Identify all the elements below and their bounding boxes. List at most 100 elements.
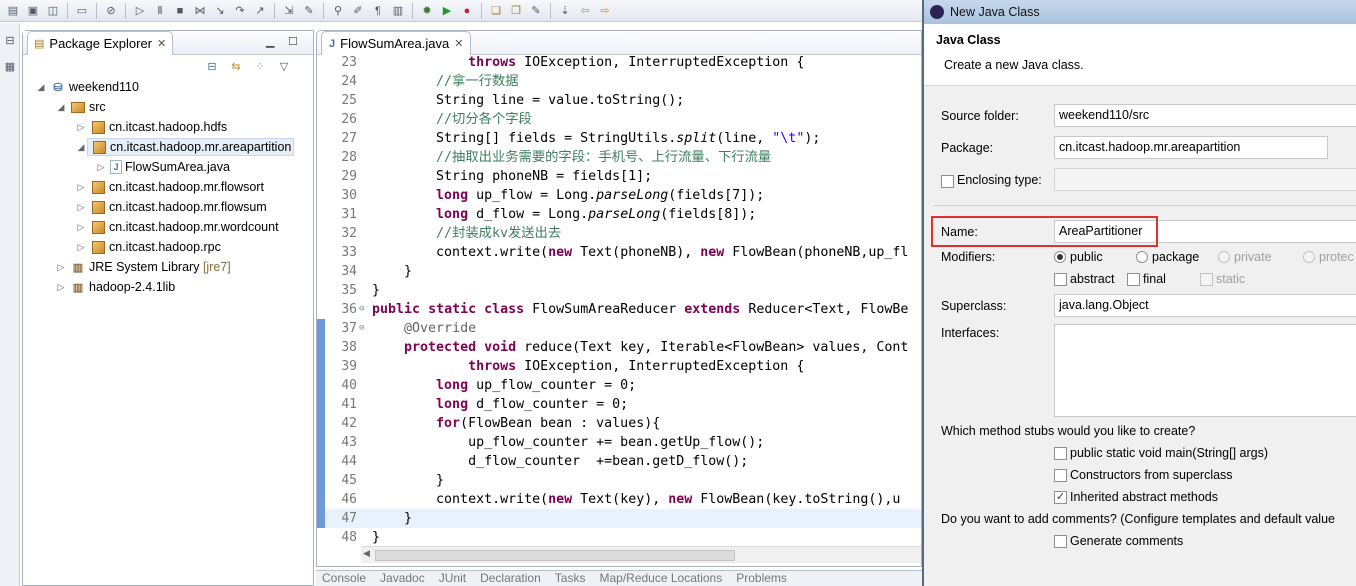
- superclass-field[interactable]: java.lang.Object: [1054, 294, 1356, 317]
- code-line[interactable]: 38 protected void reduce(Text key, Itera…: [317, 338, 921, 357]
- link-with-editor-icon[interactable]: ⇆: [227, 59, 245, 75]
- code-line[interactable]: 42 for(FlowBean bean : values){: [317, 414, 921, 433]
- scroll-thumb[interactable]: [375, 550, 735, 561]
- code-line[interactable]: 24 //拿一行数据: [317, 72, 921, 91]
- open-type-icon[interactable]: ❐: [507, 3, 525, 19]
- final-checkbox[interactable]: [1127, 273, 1140, 286]
- open-task-icon[interactable]: ✎: [527, 3, 545, 19]
- collapsed-icon[interactable]: ▷: [55, 282, 67, 293]
- scroll-left-icon[interactable]: ◀: [363, 548, 370, 559]
- external-tools-icon[interactable]: ●: [458, 3, 476, 19]
- run-icon[interactable]: ▶: [438, 3, 456, 19]
- code-line[interactable]: 30 long up_flow = Long.parseLong(fields[…: [317, 186, 921, 205]
- bottom-tab[interactable]: Declaration: [480, 571, 541, 586]
- code-line[interactable]: 46 context.write(new Text(key), new Flow…: [317, 490, 921, 509]
- code-line[interactable]: 37 ⊖ @Override: [317, 319, 921, 338]
- annotation-icon[interactable]: ▥: [389, 3, 407, 19]
- interfaces-list[interactable]: [1054, 324, 1356, 417]
- code-line[interactable]: 27 String[] fields = StringUtils.split(l…: [317, 129, 921, 148]
- code-line[interactable]: 45 }: [317, 471, 921, 490]
- abstract-checkbox[interactable]: [1054, 273, 1067, 286]
- bottom-tab[interactable]: Console: [322, 571, 366, 586]
- restore-icon[interactable]: ⊟: [1, 33, 19, 49]
- collapsed-icon[interactable]: ▷: [95, 162, 107, 173]
- debug-icon[interactable]: ✹: [418, 3, 436, 19]
- bottom-tab[interactable]: Javadoc: [380, 571, 425, 586]
- code-line[interactable]: 32 //封装成kv发送出去: [317, 224, 921, 243]
- step-into-icon[interactable]: ↘: [211, 3, 229, 19]
- generate-comments-checkbox[interactable]: [1054, 535, 1067, 548]
- tab-package-explorer[interactable]: ▤ Package Explorer ✕: [27, 31, 174, 55]
- code-line[interactable]: 33 context.write(new Text(phoneNB), new …: [317, 243, 921, 262]
- code-line[interactable]: 34 }: [317, 262, 921, 281]
- disconnect-icon[interactable]: ⋈: [191, 3, 209, 19]
- new-icon[interactable]: ▤: [4, 3, 22, 19]
- tree-item-file[interactable]: ▷ J FlowSumArea.java: [23, 157, 313, 177]
- bottom-tab[interactable]: Tasks: [555, 571, 586, 586]
- view-menu-icon[interactable]: ▽: [275, 59, 293, 75]
- maximize-icon[interactable]: ☐: [288, 35, 298, 48]
- horizontal-scrollbar[interactable]: ◀: [361, 546, 921, 563]
- drop-frame-icon[interactable]: ⇲: [280, 3, 298, 19]
- inherited-methods-checkbox[interactable]: ✓: [1054, 491, 1067, 504]
- modifier-package-radio[interactable]: [1136, 251, 1148, 263]
- tree-item-jre[interactable]: ▷ ▥ JRE System Library [jre7]: [23, 257, 313, 277]
- expanded-icon[interactable]: ◢: [75, 142, 87, 153]
- package-view-icon[interactable]: ▦: [1, 59, 19, 75]
- tab-flowsumarea[interactable]: J FlowSumArea.java ✕: [321, 31, 472, 55]
- collapsed-icon[interactable]: ▷: [55, 262, 67, 273]
- close-icon[interactable]: ✕: [157, 37, 166, 50]
- code-area[interactable]: 23 throws IOException, InterruptedExcept…: [317, 53, 921, 549]
- minimize-icon[interactable]: ▁: [266, 35, 274, 48]
- collapse-all-icon[interactable]: ⊟: [203, 59, 221, 75]
- collapsed-icon[interactable]: ▷: [75, 122, 87, 133]
- code-line[interactable]: 48}: [317, 528, 921, 547]
- print-icon[interactable]: ▭: [73, 3, 91, 19]
- bottom-tab[interactable]: Problems: [736, 571, 787, 586]
- fold-toggle-icon[interactable]: ⊖: [359, 319, 369, 338]
- code-line[interactable]: 36 ⊖ public static class FlowSumAreaReduce…: [317, 300, 921, 319]
- code-line[interactable]: 28 //抽取出业务需要的字段：手机号、上行流量、下行流量: [317, 148, 921, 167]
- expanded-icon[interactable]: ◢: [55, 102, 67, 113]
- code-line[interactable]: 23 throws IOException, InterruptedExcept…: [317, 53, 921, 72]
- search-icon[interactable]: ⚲: [329, 3, 347, 19]
- debug-skip-icon[interactable]: ⊘: [102, 3, 120, 19]
- modifier-public-radio[interactable]: [1054, 251, 1066, 263]
- tree-item-package[interactable]: ▷ cn.itcast.hadoop.mr.flowsort: [23, 177, 313, 197]
- resume-icon[interactable]: ▷: [131, 3, 149, 19]
- collapsed-icon[interactable]: ▷: [75, 242, 87, 253]
- constructors-checkbox[interactable]: [1054, 469, 1067, 482]
- tree-item-weekend110[interactable]: ◢ ⛁ weekend110: [23, 77, 313, 97]
- bottom-tab[interactable]: JUnit: [439, 571, 466, 586]
- focus-icon[interactable]: ⁘: [251, 59, 269, 75]
- toggle-mark-icon[interactable]: ✎: [300, 3, 318, 19]
- new-java-project-icon[interactable]: ❏: [487, 3, 505, 19]
- code-line[interactable]: 31 long d_flow = Long.parseLong(fields[8…: [317, 205, 921, 224]
- code-line[interactable]: 39 throws IOException, InterruptedExcept…: [317, 357, 921, 376]
- collapsed-icon[interactable]: ▷: [75, 222, 87, 233]
- code-line[interactable]: 26 //切分各个字段: [317, 110, 921, 129]
- main-stub-checkbox[interactable]: [1054, 447, 1067, 460]
- stop-icon[interactable]: ■: [171, 3, 189, 19]
- nav-icon[interactable]: ⇣: [556, 3, 574, 19]
- code-line[interactable]: 35}: [317, 281, 921, 300]
- source-folder-field[interactable]: weekend110/src: [1054, 104, 1356, 127]
- tree-item-package-selected[interactable]: ◢ cn.itcast.hadoop.mr.areapartition: [23, 137, 313, 157]
- tree-item-package[interactable]: ▷ cn.itcast.hadoop.rpc: [23, 237, 313, 257]
- step-return-icon[interactable]: ↗: [251, 3, 269, 19]
- save-all-icon[interactable]: ◫: [44, 3, 62, 19]
- code-line[interactable]: 29 String phoneNB = fields[1];: [317, 167, 921, 186]
- code-line[interactable]: 40 long up_flow_counter = 0;: [317, 376, 921, 395]
- code-line[interactable]: 43 up_flow_counter += bean.getUp_flow();: [317, 433, 921, 452]
- tree-item-package[interactable]: ▷ cn.itcast.hadoop.mr.flowsum: [23, 197, 313, 217]
- code-line[interactable]: 44 d_flow_counter +=bean.getD_flow();: [317, 452, 921, 471]
- bottom-tab[interactable]: Map/Reduce Locations: [599, 571, 722, 586]
- tree-item-package[interactable]: ▷ cn.itcast.hadoop.hdfs: [23, 117, 313, 137]
- code-line[interactable]: 47 }: [317, 509, 921, 528]
- expanded-icon[interactable]: ◢: [35, 82, 47, 93]
- forward-icon[interactable]: ⇨: [596, 3, 614, 19]
- code-line[interactable]: 25 String line = value.toString();: [317, 91, 921, 110]
- collapsed-icon[interactable]: ▷: [75, 202, 87, 213]
- fold-toggle-icon[interactable]: ⊖: [359, 300, 369, 319]
- enclosing-type-checkbox[interactable]: [941, 175, 954, 188]
